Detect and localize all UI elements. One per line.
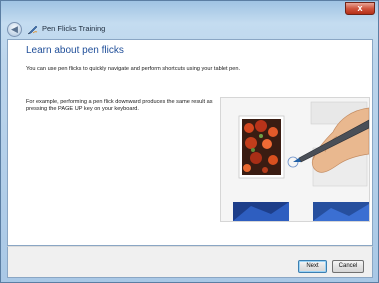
window-frame: x ◀ Pen Flicks Training Learn about pen … <box>0 0 379 283</box>
close-icon: x <box>357 3 363 13</box>
intro-text: You can use pen flicks to quickly naviga… <box>26 66 241 72</box>
close-button[interactable]: x <box>345 2 375 15</box>
button-bar: Next Cancel <box>7 246 373 278</box>
pen-flick-illustration <box>220 97 370 222</box>
cancel-button[interactable]: Cancel <box>332 260 364 273</box>
tablet-pen-illustration <box>221 98 369 221</box>
window-title: Pen Flicks Training <box>42 24 106 33</box>
title-bar: ◀ Pen Flicks Training <box>7 21 372 39</box>
example-text: For example, performing a pen flick down… <box>26 99 213 112</box>
back-button[interactable]: ◀ <box>7 22 22 37</box>
content-panel: Learn about pen flicks You can use pen f… <box>7 39 373 246</box>
pen-flicks-icon <box>27 25 38 35</box>
next-button[interactable]: Next <box>298 260 327 273</box>
back-arrow-icon: ◀ <box>11 24 18 34</box>
page-heading: Learn about pen flicks <box>26 45 124 56</box>
